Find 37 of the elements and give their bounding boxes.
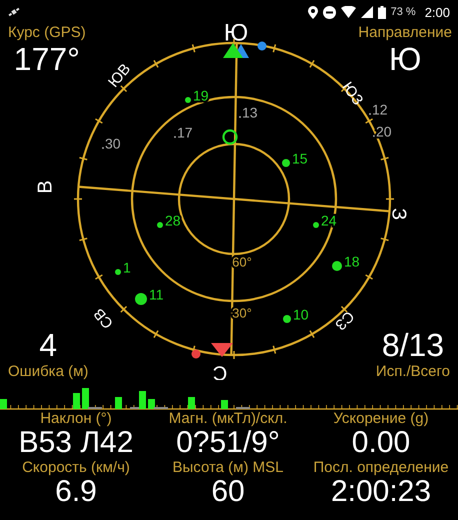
clock-time: 2:00 (424, 4, 450, 20)
satellite-icon (8, 6, 20, 18)
stat-value: 60 (211, 476, 245, 508)
battery-icon (378, 6, 386, 18)
direction-label: СВ (90, 304, 117, 332)
stat-label: Скорость (км/ч) (22, 459, 130, 476)
stat-label: Ускорение (g) (333, 410, 429, 427)
stat-value: В53 Л42 (18, 427, 134, 459)
position-ring-icon (222, 129, 238, 145)
heading-marker-icon (223, 43, 243, 58)
accuracy-value: 4 (39, 327, 58, 363)
stat-label: Посл. определение (313, 459, 449, 476)
battery-percent: 73 % (390, 6, 416, 18)
do-not-disturb-icon (322, 6, 336, 18)
direction-label: В (34, 180, 56, 194)
accuracy-label: Ошибка (м) (8, 363, 88, 380)
stat-value: 2:00:23 (330, 476, 432, 508)
heading-label: Направление (358, 24, 452, 41)
north-marker-icon (211, 343, 233, 357)
stat-value: 6.9 (55, 476, 97, 508)
satellite-count-label: Исп./Всего (376, 363, 450, 380)
signal-icon (360, 6, 373, 18)
location-icon (308, 6, 318, 18)
direction-label: СЗ (331, 307, 358, 334)
course-value: 177° (14, 41, 80, 77)
stat-value: 0?51/9° (176, 427, 280, 459)
stat-label: Высота (м) MSL (172, 459, 284, 476)
heading-value: Ю (388, 41, 422, 77)
direction-label: ЮЗ (338, 78, 366, 108)
stat-value: 0.00 (352, 427, 410, 459)
wifi-icon (340, 6, 356, 18)
direction-label: З (388, 208, 410, 220)
stat-label: Магн. (мкТл)/скл. (168, 410, 288, 427)
course-label: Курс (GPS) (8, 24, 86, 41)
direction-label: ЮВ (105, 60, 134, 91)
satellite-count-value: 8/13 (382, 327, 444, 363)
stat-label: Наклон (°) (40, 410, 112, 427)
